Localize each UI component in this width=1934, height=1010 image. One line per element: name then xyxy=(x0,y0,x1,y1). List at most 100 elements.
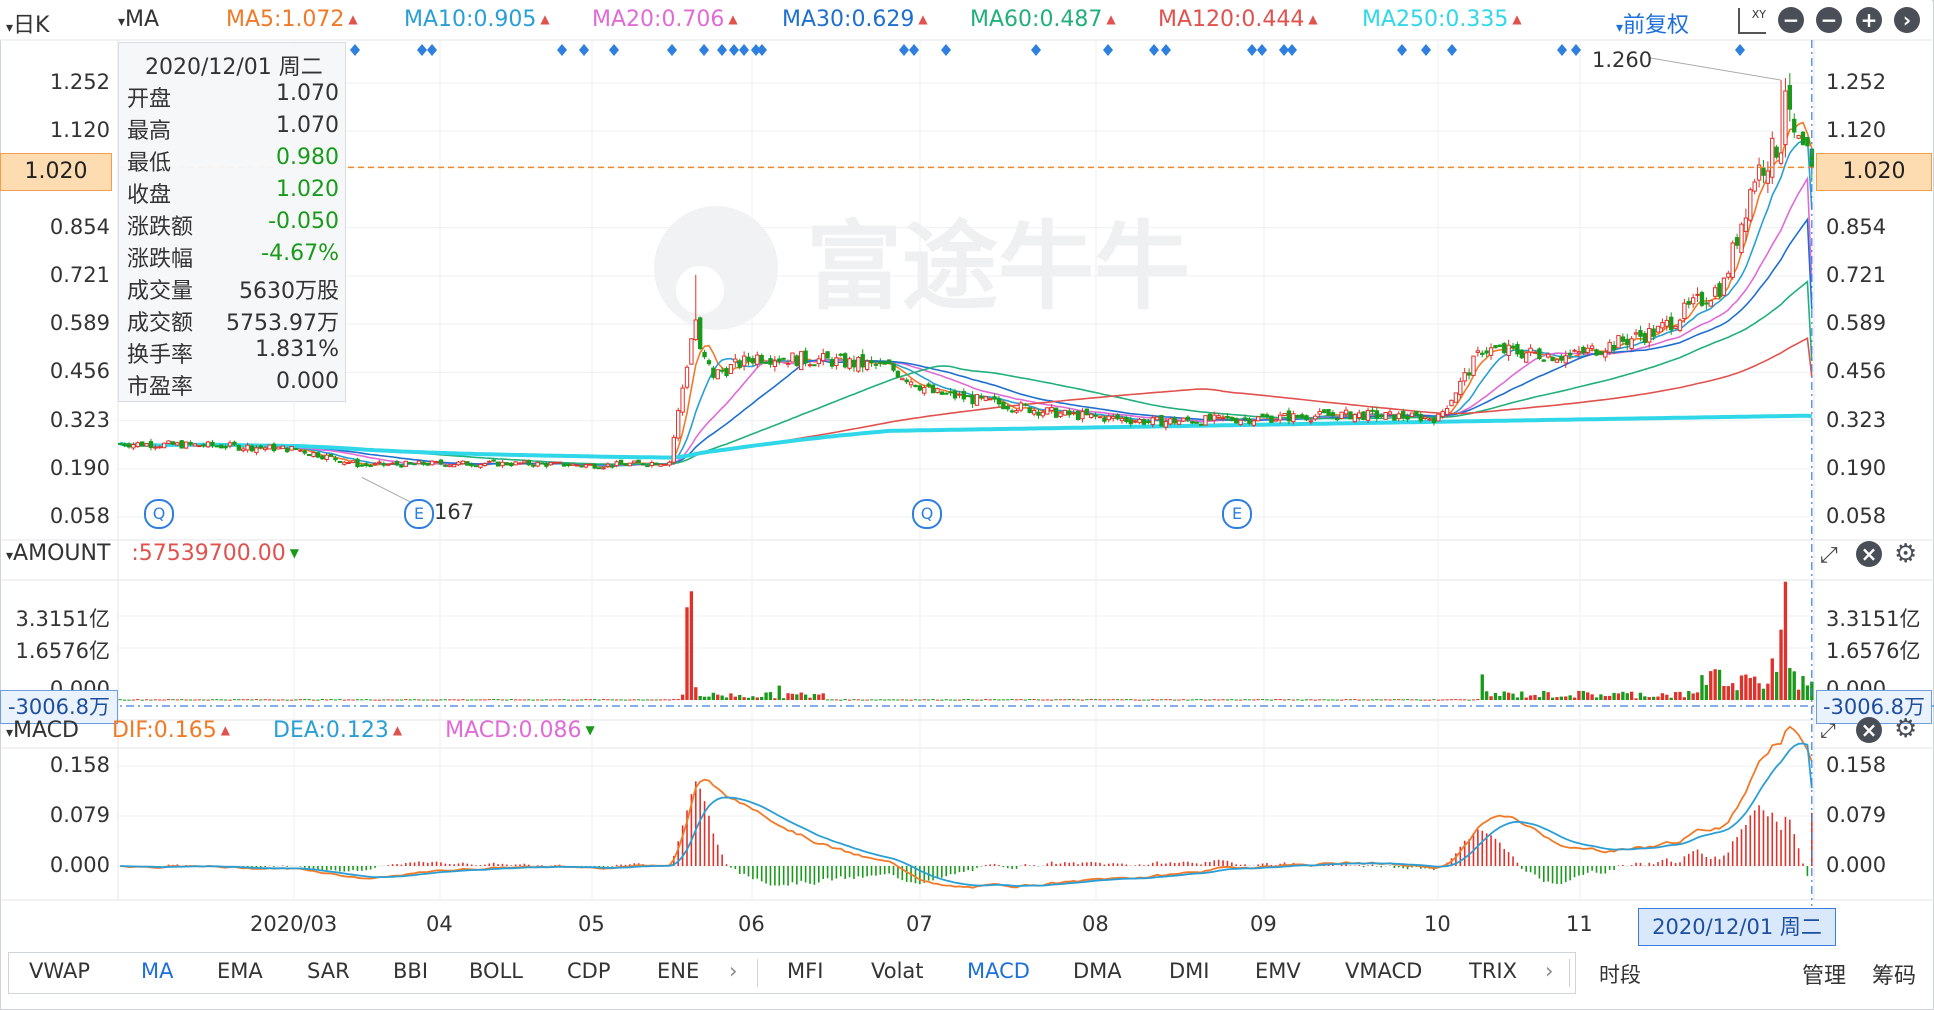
tab-vwap[interactable]: VWAP xyxy=(29,959,90,983)
candle-body xyxy=(944,392,949,395)
down-arrow-icon: ▼ xyxy=(585,723,595,737)
event-diamond[interactable] xyxy=(417,44,427,56)
candle-body xyxy=(662,463,668,466)
amount-bar xyxy=(843,699,847,701)
amount-bar xyxy=(382,699,386,701)
ma-line-250 xyxy=(119,413,1813,460)
amount-title[interactable]: AMOUNT xyxy=(13,541,110,566)
tab-volat[interactable]: Volat xyxy=(871,959,924,983)
tab-period[interactable]: 时段 xyxy=(1599,959,1641,989)
earnings-marker[interactable]: E xyxy=(404,499,434,529)
expand-icon[interactable]: ⤢ xyxy=(1820,718,1836,742)
event-diamond[interactable] xyxy=(1031,44,1041,56)
close-icon[interactable]: × xyxy=(1856,541,1882,567)
event-diamond[interactable] xyxy=(1735,44,1745,56)
tab-ene[interactable]: ENE xyxy=(657,959,699,983)
chevron-down-icon[interactable]: ▾ xyxy=(6,548,13,564)
event-diamond[interactable] xyxy=(579,44,589,56)
tab-bbi[interactable]: BBI xyxy=(393,959,428,983)
event-diamond[interactable] xyxy=(739,44,749,56)
amount-bar xyxy=(1023,699,1027,701)
info-value: 0.000 xyxy=(276,369,339,394)
chips-button[interactable]: 筹码 xyxy=(1872,958,1916,990)
event-diamond[interactable] xyxy=(717,44,727,56)
event-diamond[interactable] xyxy=(609,44,619,56)
candle-body xyxy=(711,367,716,378)
amount-bar xyxy=(861,699,865,701)
tab-emv[interactable]: EMV xyxy=(1255,959,1301,983)
expand-icon[interactable]: ⤢ xyxy=(1820,543,1838,568)
event-diamond[interactable] xyxy=(557,44,567,56)
manage-button[interactable]: 管理 xyxy=(1802,958,1846,990)
event-diamond[interactable] xyxy=(699,44,709,56)
info-row: 开盘 1.070 xyxy=(127,81,339,113)
amount-bar xyxy=(610,699,614,701)
event-diamond[interactable] xyxy=(667,44,677,56)
candle-body xyxy=(1655,325,1661,333)
event-diamond[interactable] xyxy=(941,44,951,56)
event-diamond[interactable] xyxy=(1421,44,1431,56)
candle-body xyxy=(689,338,694,365)
event-diamond[interactable] xyxy=(350,44,360,56)
tab-boll[interactable]: BOLL xyxy=(469,959,523,983)
chevron-down-icon[interactable]: ▾ xyxy=(6,725,13,741)
amount-bar xyxy=(1146,699,1151,701)
amount-bar xyxy=(584,699,588,701)
candle-body xyxy=(236,444,241,451)
candle-body xyxy=(1453,392,1459,403)
amount-bar xyxy=(522,699,527,701)
close-icon[interactable]: × xyxy=(1856,717,1882,743)
event-diamond[interactable] xyxy=(1397,44,1407,56)
tab-ema[interactable]: EMA xyxy=(217,959,263,983)
tab-sar[interactable]: SAR xyxy=(307,959,350,983)
x-tick-label: 05 xyxy=(578,912,605,936)
dea-line xyxy=(120,742,1813,887)
event-diamond[interactable] xyxy=(909,44,919,56)
amount-bar xyxy=(1629,691,1634,700)
event-diamond[interactable] xyxy=(729,44,739,56)
candle-body xyxy=(473,465,479,468)
candle-body xyxy=(1124,416,1129,423)
gear-icon[interactable]: ⚙ xyxy=(1894,714,1917,744)
candle-body xyxy=(451,464,457,468)
tab-vmacd[interactable]: VMACD xyxy=(1345,959,1422,983)
tab-dmi[interactable]: DMI xyxy=(1169,959,1209,983)
down-arrow-icon: ▼ xyxy=(289,546,300,560)
event-diamond[interactable] xyxy=(1161,44,1171,56)
event-diamond[interactable] xyxy=(1257,44,1267,56)
amount-bar xyxy=(1309,699,1313,701)
event-diamond[interactable] xyxy=(1287,44,1297,56)
macd-tick-label: 0.158 xyxy=(1826,753,1887,777)
macd-title[interactable]: MACD xyxy=(13,718,79,743)
tab-ma[interactable]: MA xyxy=(141,959,173,983)
event-diamond[interactable] xyxy=(1447,44,1457,56)
amount-bar xyxy=(386,699,390,701)
tab-cdp[interactable]: CDP xyxy=(567,959,611,983)
event-diamond[interactable] xyxy=(427,44,437,56)
quarter-report-marker[interactable]: Q xyxy=(144,499,174,529)
candle-body xyxy=(1089,413,1094,419)
candle-body xyxy=(1576,351,1582,354)
event-diamond[interactable] xyxy=(899,44,909,56)
amount-bar xyxy=(540,699,544,701)
event-diamond[interactable] xyxy=(1557,44,1567,56)
earnings-marker[interactable]: E xyxy=(1222,499,1252,529)
chevron-right-icon[interactable]: › xyxy=(1545,959,1553,983)
quarter-report-marker[interactable]: Q xyxy=(912,499,942,529)
amount-bar xyxy=(988,699,992,701)
event-diamond[interactable] xyxy=(1103,44,1113,56)
amount-bar xyxy=(1682,697,1687,700)
gear-icon[interactable]: ⚙ xyxy=(1894,539,1917,569)
amount-bar xyxy=(1208,699,1212,701)
tab-mfi[interactable]: MFI xyxy=(787,959,823,983)
amount-bar xyxy=(768,692,773,700)
tab-macd[interactable]: MACD xyxy=(967,959,1030,983)
candle-body xyxy=(148,441,154,449)
candle-body xyxy=(768,358,773,365)
chevron-right-icon[interactable]: › xyxy=(729,959,737,983)
event-diamond[interactable] xyxy=(1247,44,1257,56)
event-diamond[interactable] xyxy=(757,44,767,56)
tab-trix[interactable]: TRIX xyxy=(1469,959,1517,983)
event-diamond[interactable] xyxy=(1149,44,1159,56)
tab-dma[interactable]: DMA xyxy=(1073,959,1122,983)
